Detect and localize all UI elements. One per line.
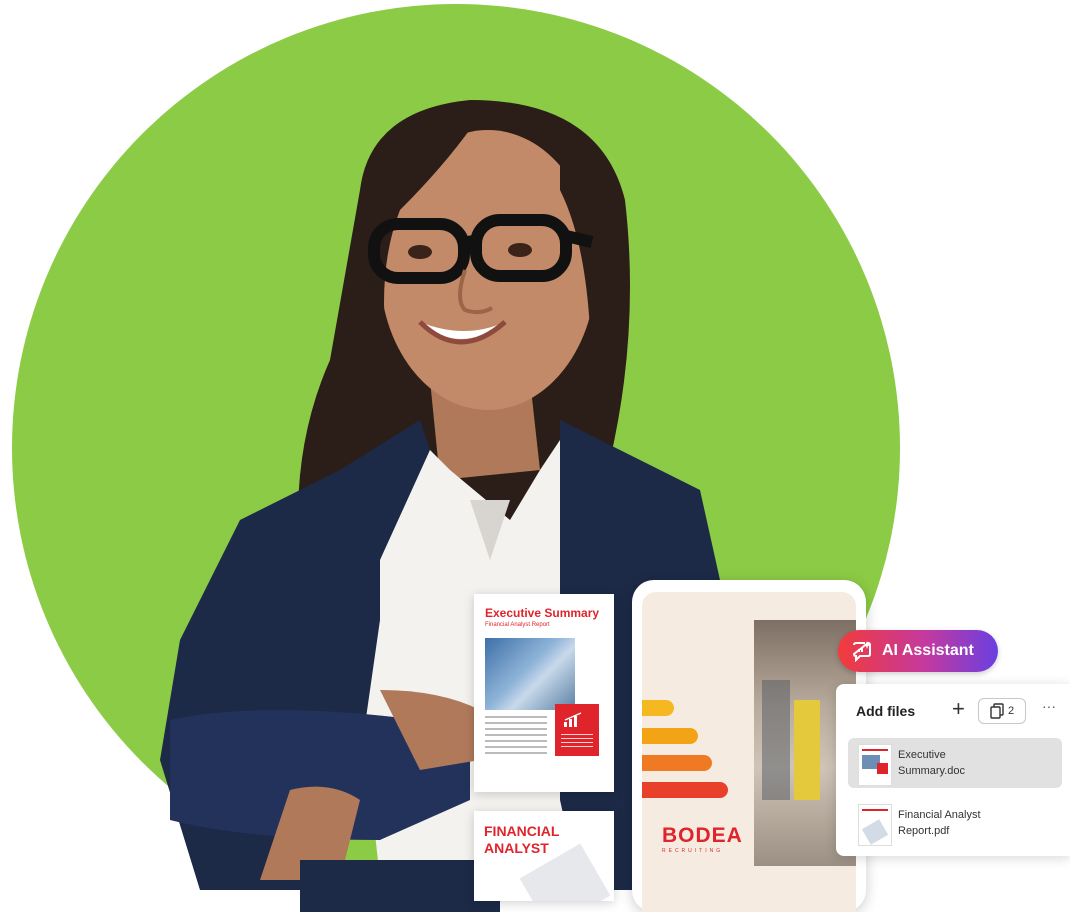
executive-summary-document: Executive Summary Financial Analyst Repo… <box>474 594 614 792</box>
bar-graphic <box>642 755 712 771</box>
financial-analyst-title-line1: FINANCIAL <box>484 823 560 839</box>
yellow-door <box>794 700 820 800</box>
body-text-lines <box>485 716 547 758</box>
growth-chart-icon <box>564 712 582 727</box>
brand-phone-card: BODEA RECRUITING <box>632 580 866 912</box>
building-photo <box>485 638 575 710</box>
ai-assistant-label: AI Assistant <box>882 642 974 659</box>
executive-summary-title: Executive Summary <box>485 606 600 620</box>
files-icon <box>990 703 1004 719</box>
more-dots-icon[interactable]: ··· <box>1042 698 1056 714</box>
pdf-thumbnail <box>858 804 892 846</box>
financial-analyst-title-line2: ANALYST <box>484 840 549 856</box>
phone-screen: BODEA RECRUITING <box>642 592 856 912</box>
file-name: Financial Analyst Report.pdf <box>898 807 1048 839</box>
add-files-panel: Add files + 2 ··· Executive Summary.doc … <box>836 684 1070 856</box>
brand-tagline: RECRUITING <box>662 848 724 854</box>
add-files-title: Add files <box>856 703 916 719</box>
file-count: 2 <box>1007 705 1015 717</box>
file-item-executive-summary[interactable]: Executive Summary.doc <box>848 738 1062 788</box>
file-name-line2: Report.pdf <box>898 825 950 837</box>
executive-summary-subtitle: Financial Analyst Report <box>485 622 550 628</box>
file-item-financial-analyst-report[interactable]: Financial Analyst Report.pdf <box>848 798 1062 848</box>
file-name-line2: Summary.doc <box>898 765 966 777</box>
bar-graphic <box>642 700 674 716</box>
file-name-line1: Executive <box>898 749 946 761</box>
file-name: Executive Summary.doc <box>898 747 1048 779</box>
brand-logo: BODEA <box>662 824 743 847</box>
ai-chat-icon <box>850 639 874 663</box>
financial-analyst-title: FINANCIAL ANALYST <box>484 823 559 857</box>
glass-wall <box>762 680 790 800</box>
quote-box <box>555 704 599 756</box>
plus-icon[interactable]: + <box>952 698 965 720</box>
doc-thumbnail <box>858 744 892 786</box>
bar-graphic <box>642 782 728 798</box>
financial-analyst-document: FINANCIAL ANALYST <box>474 811 614 901</box>
file-count-button[interactable]: 2 <box>978 698 1026 724</box>
bar-graphic <box>642 728 698 744</box>
file-name-line1: Financial Analyst <box>898 809 981 821</box>
ai-assistant-button[interactable]: AI Assistant <box>838 630 998 672</box>
